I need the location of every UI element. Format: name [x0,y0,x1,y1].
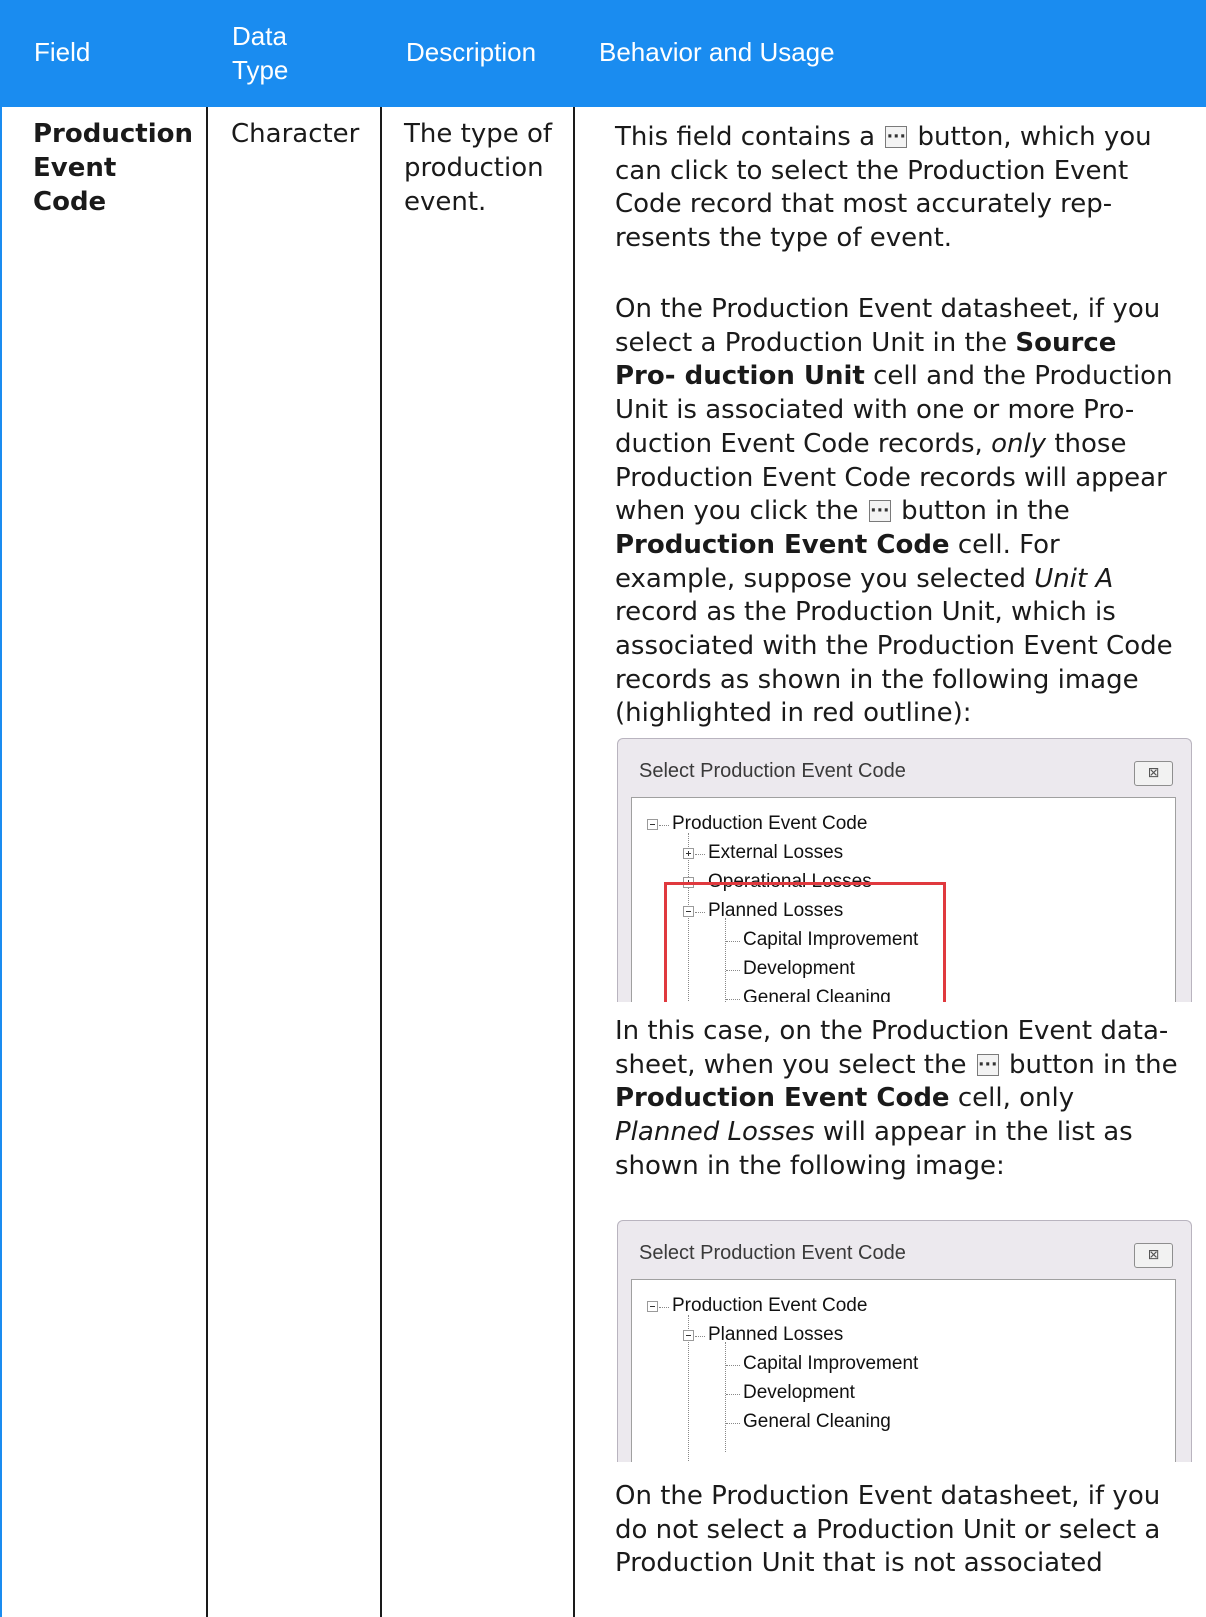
behavior-paragraph-4: On the Production Event datasheet, if yo… [615,1481,1161,1579]
tree-node: External Losses [708,842,844,863]
column-divider [573,107,575,1617]
field-name: Production Event Code [33,119,193,217]
ellipsis-button-icon [868,495,891,529]
field-table: Field Data Type Description Behavior and… [0,0,1206,1617]
event-code-tree: Production Event Code External Losses Op… [631,797,1176,1002]
ellipsis-button-icon [976,1049,999,1082]
tree-node: Production Event Code [672,813,868,834]
select-event-code-dialog-image: Select Production Event Code ⊠ Productio… [617,1220,1192,1462]
production-event-code-label: Production Event Code [615,529,950,560]
table-left-border [0,107,2,1617]
header-field: Field [34,37,91,67]
production-event-code-label: Production Event Code [615,1083,950,1114]
table-header: Field Data Type Description Behavior and… [0,0,1206,107]
collapse-icon [647,1301,658,1312]
behavior-paragraph-2: On the Production Event datasheet, if yo… [615,293,1185,731]
tree-node: General Cleaning [743,1411,891,1432]
tree-node: Capital Improvement [743,1353,919,1374]
close-icon: ⊠ [1134,1243,1173,1268]
dialog-title: Select Production Event Code [639,1242,906,1264]
collapse-icon [683,1330,694,1341]
header-description: Description [406,37,537,67]
header-behavior: Behavior and Usage [599,37,835,67]
column-divider [380,107,382,1617]
behavior-paragraph-1: This field contains a button, which you … [615,121,1185,256]
ellipsis-button-icon [885,121,908,155]
expand-icon [683,848,694,859]
header-data-type: Data Type [232,21,289,85]
tree-node: Development [743,1382,855,1403]
behavior-paragraph-3: In this case, on the Production Event da… [615,1015,1185,1184]
data-type: Character [231,119,360,149]
tree-node: Production Event Code [672,1295,868,1316]
dialog-title: Select Production Event Code [639,760,906,782]
collapse-icon [647,819,658,830]
tree-node: Planned Losses [708,1324,844,1345]
highlight-outline [664,882,946,1002]
description: The type of production event. [404,119,553,217]
close-icon: ⊠ [1134,761,1173,786]
event-code-tree: Production Event Code Planned Losses Cap… [631,1279,1176,1462]
select-event-code-dialog-image: Select Production Event Code ⊠ Productio… [617,738,1192,1002]
column-divider [206,107,208,1617]
